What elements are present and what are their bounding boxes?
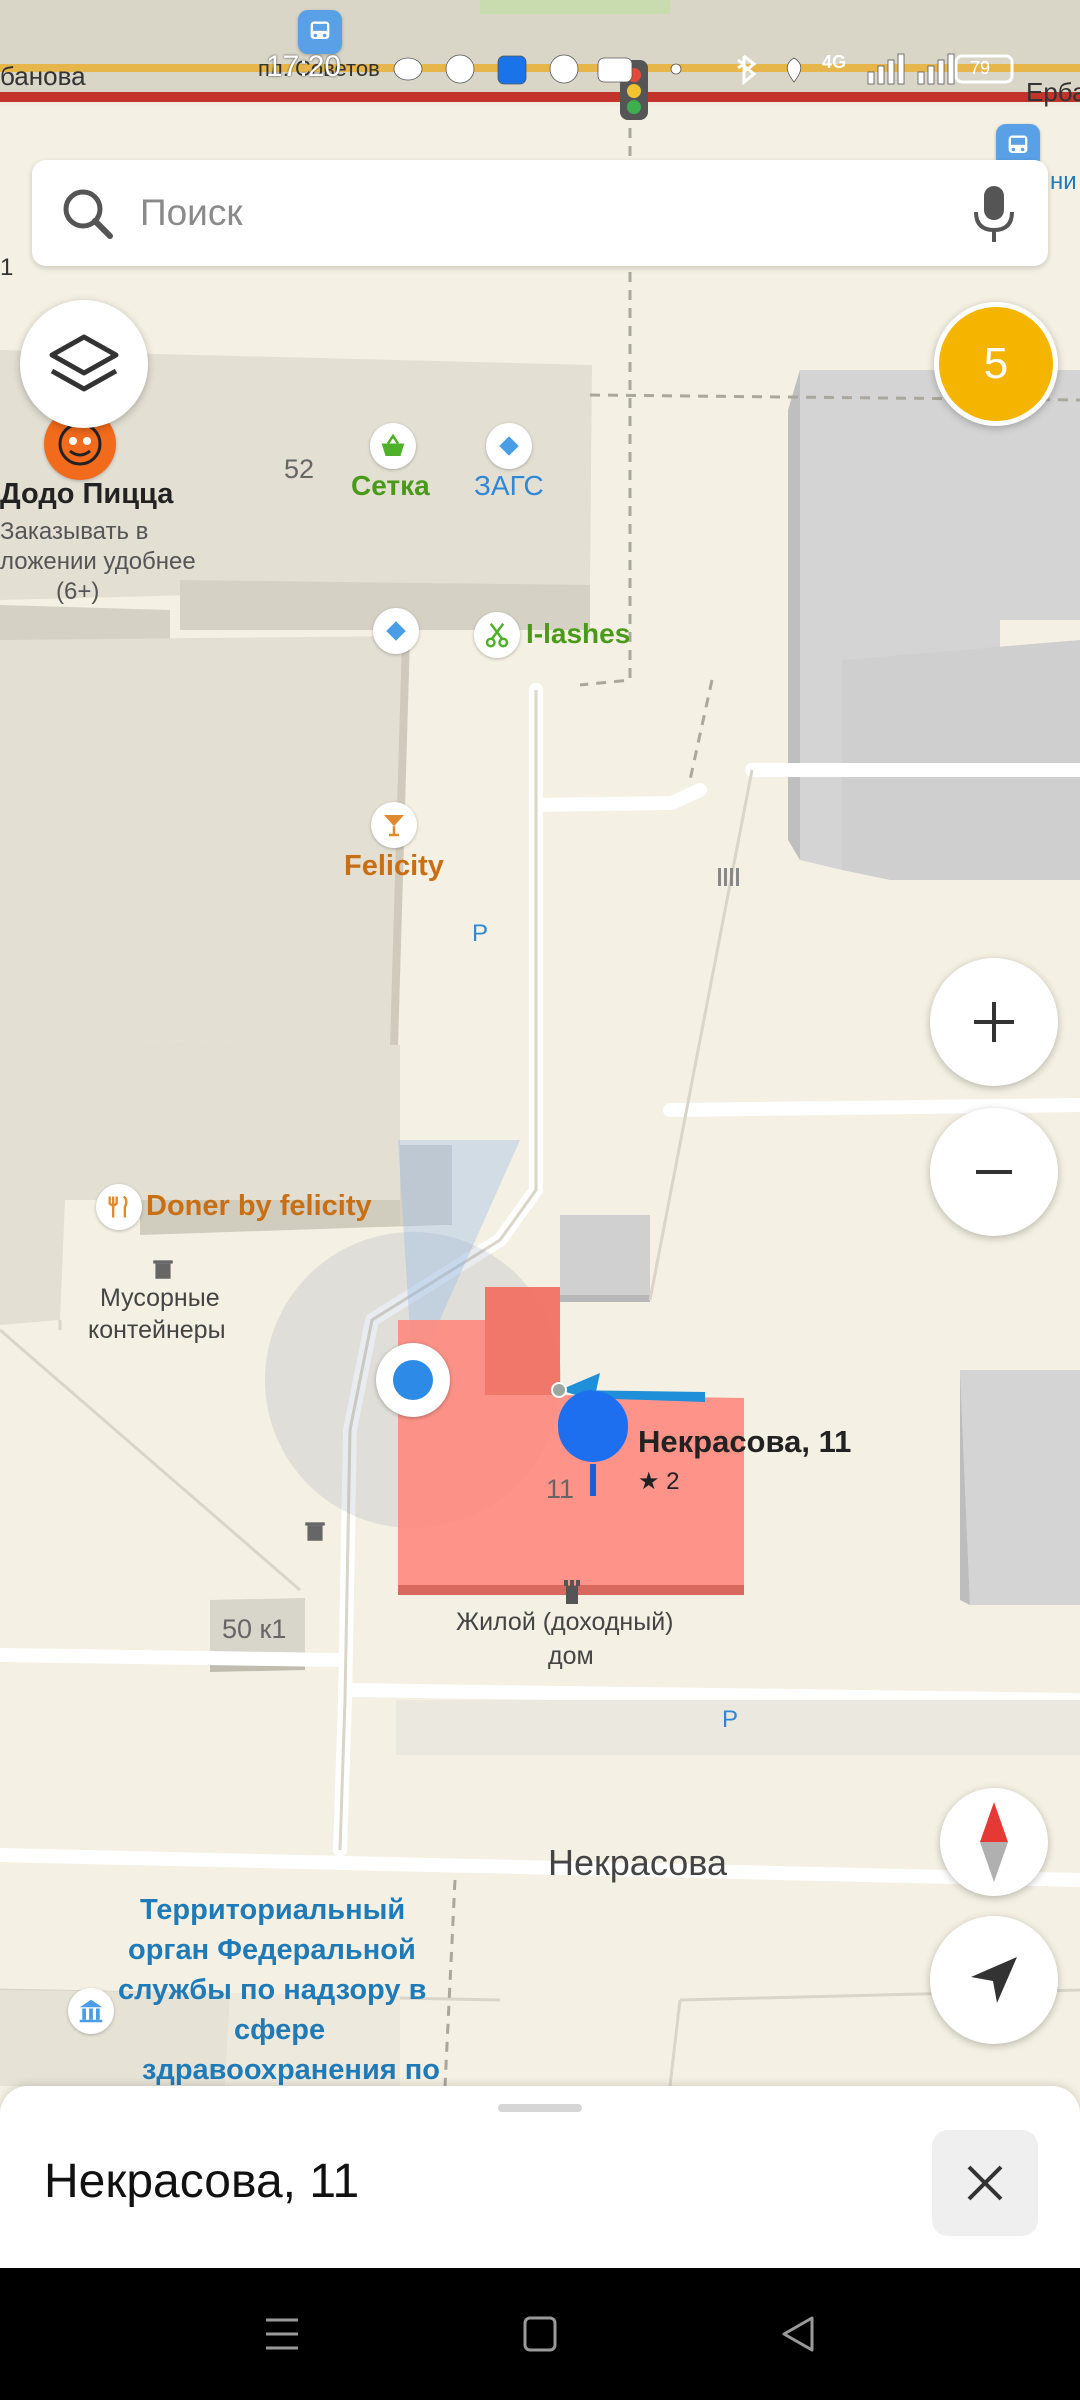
my-location-dot[interactable] (376, 1343, 450, 1417)
search-bar[interactable]: Поиск (32, 160, 1048, 266)
dodo-desc-line3: (6+) (56, 578, 100, 605)
doner-label[interactable]: Doner by felicity (146, 1190, 372, 1223)
agency-label-line1[interactable]: Территориальный (140, 1894, 405, 1927)
pin-rating-label: ★ 2 (638, 1468, 680, 1495)
status-time: 17:20 (266, 50, 342, 83)
dodo-desc-line1: Заказывать в (0, 518, 149, 545)
setka-label[interactable]: Сетка (351, 470, 430, 502)
close-sheet-button[interactable] (932, 2130, 1038, 2236)
zoom-in-button[interactable] (930, 958, 1058, 1086)
stop-label-right: ни (1050, 168, 1077, 195)
scissors-icon[interactable] (474, 612, 520, 658)
zoom-out-button[interactable] (930, 1108, 1058, 1236)
trash-bin-icon (150, 1256, 176, 1282)
agency-label-line4[interactable]: сфере (234, 2014, 325, 2047)
traffic-level-badge[interactable]: 5 (934, 302, 1058, 426)
dodo-desc-line2: ложении удобнее (0, 548, 196, 575)
parking-label-1: P (472, 920, 489, 947)
my-location-button[interactable] (930, 1916, 1058, 2044)
layers-button[interactable] (20, 300, 148, 428)
layers-icon (49, 334, 119, 392)
parking-label-2: P (722, 1706, 739, 1733)
back-icon[interactable] (768, 2312, 828, 2356)
minus-icon (976, 1170, 1012, 1174)
landmark-tower-icon (560, 1578, 584, 1606)
menu-icon[interactable] (252, 2312, 312, 2356)
plus-icon (974, 1002, 1014, 1042)
status-network: 4G (822, 52, 847, 72)
place-diamond-icon[interactable] (373, 608, 419, 654)
status-icons: 4G 79 (390, 52, 1070, 86)
trash-label-line1: Мусорные (100, 1284, 220, 1312)
edge-label-left: 1 (0, 254, 14, 281)
sheet-title: Некрасова, 11 (44, 2155, 360, 2208)
place-bottom-sheet[interactable]: Некрасова, 11 (0, 2086, 1080, 2268)
cocktail-icon[interactable] (371, 802, 417, 848)
compass-needle-icon (980, 1802, 1008, 1882)
status-bar: 17:20 4G 79 (0, 0, 1080, 86)
search-input[interactable]: Поиск (140, 192, 243, 234)
agency-label-line3[interactable]: службы по надзору в (118, 1974, 426, 2007)
trash-label-line2: контейнеры (88, 1316, 226, 1344)
agency-label-line2[interactable]: орган Федеральной (128, 1934, 416, 1967)
trash-bin-icon-2 (302, 1518, 328, 1544)
close-icon (967, 2165, 1003, 2201)
dodo-pizza-label[interactable]: Додо Пицца (0, 478, 173, 511)
ilashes-label[interactable]: I-lashes (526, 618, 630, 650)
map-canvas[interactable]: банова Ерба пл. Советов Некрасова ни 1 Д… (0, 0, 1080, 2268)
navigation-arrow-icon (971, 1957, 1017, 2003)
status-battery: 79 (970, 58, 991, 78)
grocery-basket-icon[interactable] (370, 423, 416, 469)
search-icon (63, 189, 113, 239)
felicity-label[interactable]: Felicity (344, 850, 444, 883)
crosswalk-icon (716, 866, 740, 888)
pin-title-label[interactable]: Некрасова, 11 (638, 1424, 851, 1460)
dom-label-line1: Жилой (доходный) (456, 1608, 674, 1636)
sheet-drag-handle[interactable] (498, 2104, 582, 2112)
system-navigation-bar (0, 2268, 1080, 2400)
house-number-52: 52 (284, 454, 315, 484)
street-label-nekrasova: Некрасова (548, 1842, 727, 1883)
compass-button[interactable] (940, 1788, 1048, 1896)
zags-diamond-icon[interactable] (486, 423, 532, 469)
house-number-50k1: 50 к1 (222, 1614, 287, 1644)
house-number-11: 11 (546, 1474, 575, 1504)
dom-label-line2: дом (548, 1642, 594, 1670)
home-icon[interactable] (510, 2312, 570, 2356)
fork-knife-icon[interactable] (96, 1184, 142, 1230)
microphone-icon[interactable] (968, 184, 1020, 244)
map-base-layer (0, 0, 1080, 2087)
agency-label-line5[interactable]: здравоохранения по (142, 2054, 440, 2087)
zags-label[interactable]: ЗАГС (474, 470, 544, 502)
government-building-icon[interactable] (68, 1988, 114, 2034)
